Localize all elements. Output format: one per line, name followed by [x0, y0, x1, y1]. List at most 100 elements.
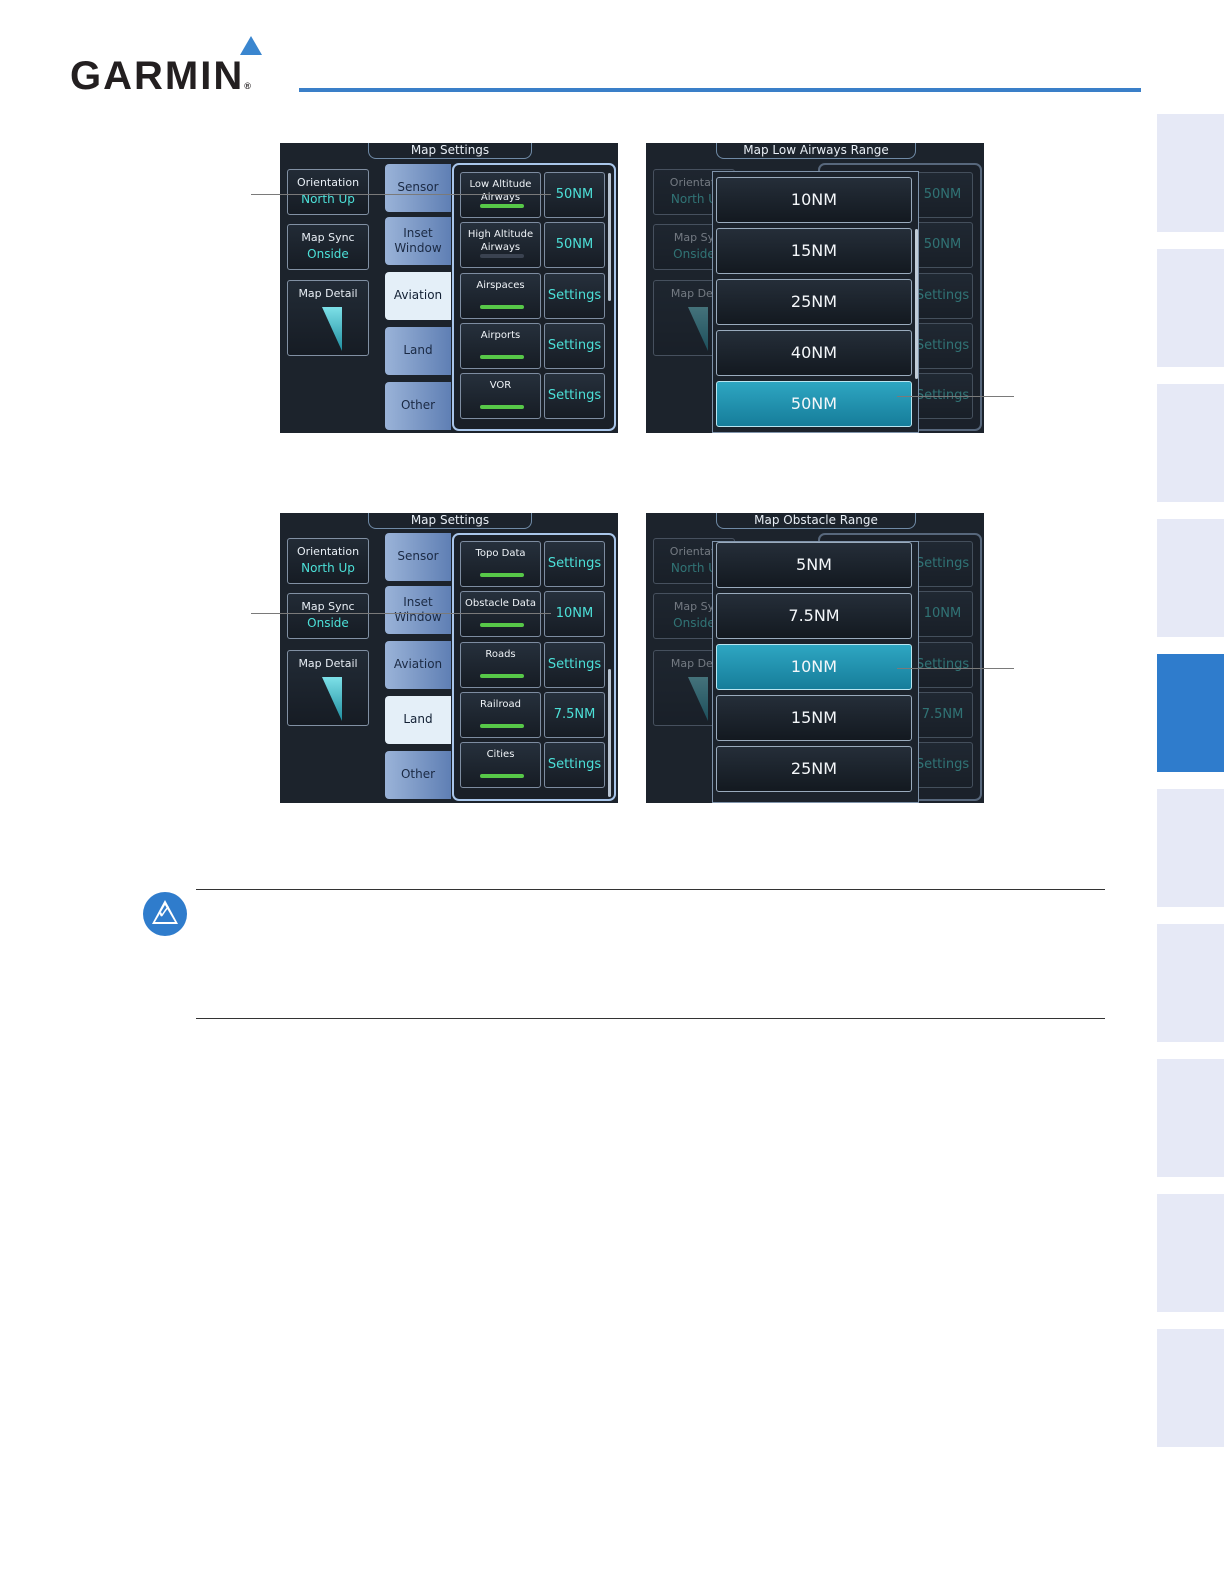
section-tab-4[interactable] [1157, 519, 1224, 637]
map-low-airways-range-screen: Orientati North U Map Sy Onside Map Det … [646, 143, 984, 433]
range-option[interactable]: 10NM [716, 177, 912, 223]
detail-level-icon [322, 307, 342, 351]
section-tab-9[interactable] [1157, 1194, 1224, 1312]
tab-other[interactable]: Other [385, 382, 451, 430]
tab-sensor[interactable]: Sensor [385, 164, 451, 212]
map-sync-button[interactable]: Map Sync Onside [287, 224, 369, 270]
airspaces-button[interactable]: Airspaces [460, 273, 541, 319]
callout-line [251, 613, 551, 614]
enabled-bar [480, 204, 524, 208]
section-tab-6[interactable] [1157, 789, 1224, 907]
high-altitude-airways-button[interactable]: High Altitude Airways [460, 222, 541, 268]
value-button-dimmed: Settings [912, 541, 973, 587]
section-tab-2[interactable] [1157, 249, 1224, 367]
value-button-dimmed: Settings [912, 323, 973, 369]
callout-line [897, 668, 1014, 669]
map-sync-button[interactable]: Map Sync Onside [287, 593, 369, 639]
range-option[interactable]: 40NM [716, 330, 912, 376]
value-button-dimmed: 10NM [912, 591, 973, 637]
enabled-bar [480, 573, 524, 577]
map-detail-button[interactable]: Map Detail [287, 650, 369, 726]
tab-inset-window[interactable]: Inset Window [385, 217, 451, 265]
tab-land[interactable]: Land [385, 696, 451, 744]
low-airways-range-button[interactable]: 50NM [544, 172, 605, 218]
header-rule [299, 88, 1141, 92]
callout-line [251, 194, 551, 195]
screen-title: Map Low Airways Range [716, 143, 916, 159]
screen-title: Map Settings [368, 513, 532, 529]
railroad-range-button[interactable]: 7.5NM [544, 692, 605, 738]
airports-settings-button[interactable]: Settings [544, 323, 605, 369]
scrollbar[interactable] [608, 669, 611, 797]
detail-level-icon [688, 677, 708, 721]
section-tab-3[interactable] [1157, 384, 1224, 502]
range-option[interactable]: 5NM [716, 542, 912, 588]
tab-inset-window[interactable]: Inset Window [385, 586, 451, 634]
section-tab-1[interactable] [1157, 114, 1224, 232]
airspaces-settings-button[interactable]: Settings [544, 273, 605, 319]
range-option[interactable]: 25NM [716, 746, 912, 792]
garmin-logo: GARMIN® [70, 54, 251, 98]
railroad-button[interactable]: Railroad [460, 692, 541, 738]
enabled-bar [480, 724, 524, 728]
enabled-bar [480, 355, 524, 359]
enabled-bar [480, 305, 524, 309]
cities-button[interactable]: Cities [460, 742, 541, 788]
topo-settings-button[interactable]: Settings [544, 541, 605, 587]
obstacle-data-button[interactable]: Obstacle Data [460, 591, 541, 637]
section-tab-7[interactable] [1157, 924, 1224, 1042]
map-settings-land-screen: Map Settings Orientation North Up Map Sy… [280, 513, 618, 803]
note-top-rule [196, 889, 1105, 890]
tab-aviation[interactable]: Aviation [385, 272, 451, 320]
tab-aviation[interactable]: Aviation [385, 641, 451, 689]
checkmark-icon: ✓ [157, 902, 173, 923]
roads-button[interactable]: Roads [460, 642, 541, 688]
section-tab-10[interactable] [1157, 1329, 1224, 1447]
value-button-dimmed: 7.5NM [912, 692, 973, 738]
screen-title: Map Obstacle Range [716, 513, 916, 529]
note-bottom-rule [196, 1018, 1105, 1019]
enabled-bar [480, 623, 524, 627]
map-detail-button[interactable]: Map Detail [287, 280, 369, 356]
vor-settings-button[interactable]: Settings [544, 373, 605, 419]
enabled-bar [480, 405, 524, 409]
high-airways-range-button[interactable]: 50NM [544, 222, 605, 268]
range-option-selected[interactable]: 10NM [716, 644, 912, 690]
value-button-dimmed: Settings [912, 273, 973, 319]
range-option[interactable]: 15NM [716, 228, 912, 274]
orientation-button[interactable]: Orientation North Up [287, 169, 369, 215]
roads-settings-button[interactable]: Settings [544, 642, 605, 688]
note-icon: ✓ [143, 892, 187, 936]
value-button-dimmed: Settings [912, 642, 973, 688]
tab-other[interactable]: Other [385, 751, 451, 799]
enabled-bar [480, 674, 524, 678]
garmin-delta-icon [240, 36, 262, 55]
section-tab-5-active[interactable] [1157, 654, 1224, 772]
tab-sensor[interactable]: Sensor [385, 533, 451, 581]
tab-land[interactable]: Land [385, 327, 451, 375]
cities-settings-button[interactable]: Settings [544, 742, 605, 788]
section-tab-8[interactable] [1157, 1059, 1224, 1177]
map-settings-aviation-screen: Map Settings Orientation North Up Map Sy… [280, 143, 618, 433]
scrollbar[interactable] [608, 173, 611, 301]
enabled-bar [480, 774, 524, 778]
range-option[interactable]: 7.5NM [716, 593, 912, 639]
value-button-dimmed: Settings [912, 742, 973, 788]
low-altitude-airways-button[interactable]: Low Altitude Airways [460, 172, 541, 218]
popup-scrollbar[interactable] [915, 229, 918, 379]
orientation-button[interactable]: Orientation North Up [287, 538, 369, 584]
detail-level-icon [688, 307, 708, 351]
value-button-dimmed: 50NM [912, 172, 973, 218]
value-button-dimmed: 50NM [912, 222, 973, 268]
range-option[interactable]: 15NM [716, 695, 912, 741]
obstacle-range-button[interactable]: 10NM [544, 591, 605, 637]
range-option[interactable]: 25NM [716, 279, 912, 325]
airports-button[interactable]: Airports [460, 323, 541, 369]
range-option-selected[interactable]: 50NM [716, 381, 912, 427]
topo-data-button[interactable]: Topo Data [460, 541, 541, 587]
screen-title: Map Settings [368, 143, 532, 159]
vor-button[interactable]: VOR [460, 373, 541, 419]
callout-line [897, 396, 1014, 397]
map-obstacle-range-screen: Orientati North U Map Sy Onside Map Det … [646, 513, 984, 803]
detail-level-icon [322, 677, 342, 721]
